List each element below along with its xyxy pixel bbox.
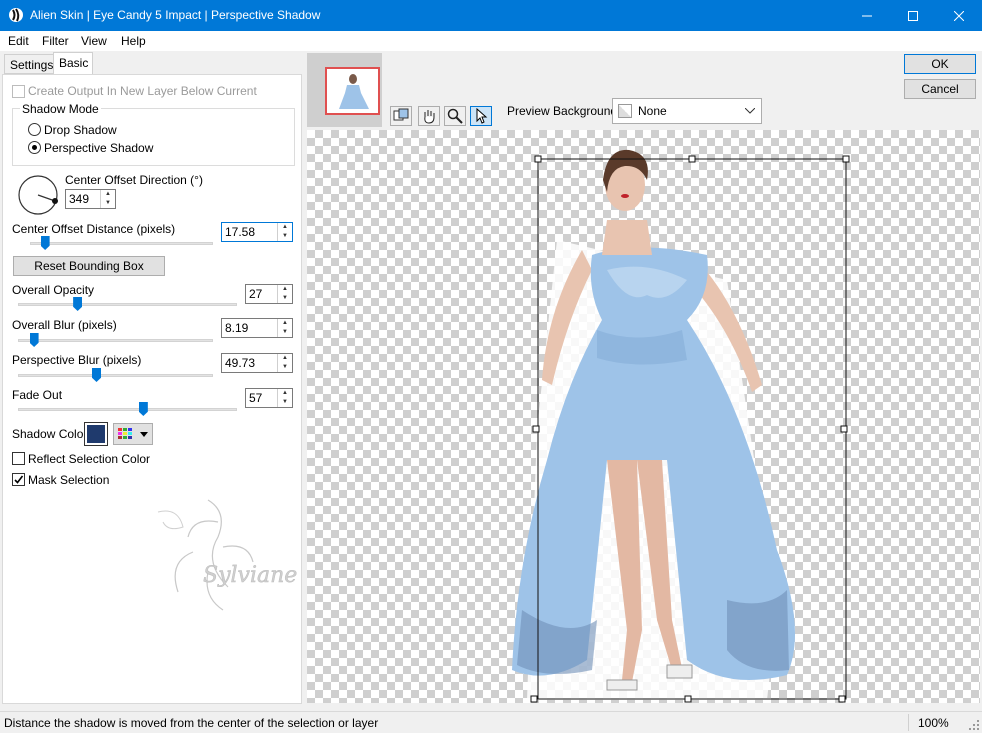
overall-blur-track[interactable] [18,339,213,342]
spin-up-icon[interactable]: ▲ [278,389,292,398]
menu-help[interactable]: Help [121,34,146,48]
tab-settings[interactable]: Settings [4,54,54,74]
spin-down-icon[interactable]: ▼ [278,232,292,241]
shadow-color-swatch[interactable] [84,422,108,446]
navigator-thumbnail[interactable] [325,67,380,115]
mask-selection-label: Mask Selection [28,473,110,487]
center-offset-direction-label: Center Offset Direction (°) [65,173,203,187]
color-palette-dropdown[interactable] [113,423,153,445]
direction-dial[interactable] [17,174,59,216]
status-bar: Distance the shadow is moved from the ce… [0,711,982,733]
preview-background-select[interactable]: None [612,98,762,124]
create-output-label: Create Output In New Layer Below Current [28,84,257,98]
menu-bar: Edit Filter View Help [0,31,982,51]
perspective-blur-track[interactable] [18,374,213,377]
fade-out-track[interactable] [18,408,237,411]
title-bar: Alien Skin | Eye Candy 5 Impact | Perspe… [0,0,982,31]
spin-up-icon[interactable]: ▲ [101,190,115,199]
minimize-icon [862,15,872,16]
chevron-down-icon [140,432,148,437]
spin-down-icon[interactable]: ▼ [278,294,292,303]
maximize-icon [908,10,918,21]
window-title: Alien Skin | Eye Candy 5 Impact | Perspe… [30,8,321,22]
menu-edit[interactable]: Edit [8,34,29,48]
spin-up-icon[interactable]: ▲ [278,223,292,232]
reflect-selection-color-label: Reflect Selection Color [28,452,151,466]
center-offset-distance-label: Center Offset Distance (pixels) [12,222,176,236]
drop-shadow-radio[interactable] [28,123,41,136]
spin-down-icon[interactable]: ▼ [278,363,292,372]
perspective-shadow-radio[interactable] [28,141,41,154]
preview-compare-icon [393,108,409,121]
close-button[interactable] [936,0,982,31]
status-divider [908,714,909,731]
menu-view[interactable]: View [81,34,107,48]
shadow-mode-group [12,108,295,166]
preview-image [512,149,850,703]
overall-blur-input[interactable]: 8.19 ▲ ▼ [221,318,293,338]
overall-opacity-label: Overall Opacity [12,283,95,297]
thumbnail-figure [339,74,369,109]
overall-opacity-input[interactable]: 27 ▲ ▼ [245,284,293,304]
resize-grip-icon[interactable] [968,719,980,731]
status-message: Distance the shadow is moved from the ce… [4,716,379,730]
reflect-selection-color-checkbox[interactable] [12,452,25,465]
drop-shadow-label: Drop Shadow [44,123,117,137]
mask-selection-checkbox[interactable] [12,473,25,486]
perspective-blur-label: Perspective Blur (pixels) [12,353,142,367]
center-offset-direction-input[interactable]: 349 ▲ ▼ [65,189,116,209]
zoom-level: 100% [918,716,949,730]
transparent-swatch-icon [618,104,632,118]
palette-grid-icon [118,428,132,439]
zoom-tool-button[interactable] [444,106,466,126]
preview-background-label: Preview Background: [507,104,621,118]
perspective-blur-input[interactable]: 49.73 ▲ ▼ [221,353,293,373]
preview-canvas[interactable] [307,130,980,703]
perspective-shadow-label: Perspective Shadow [44,141,154,155]
shadow-color-label: Shadow Color [12,427,88,441]
reset-bounding-box-button[interactable]: Reset Bounding Box [13,256,165,276]
hand-tool-button[interactable] [418,106,440,126]
spin-down-icon[interactable]: ▼ [278,328,292,337]
chevron-down-icon [745,108,755,114]
checkmark-icon [14,475,24,484]
spin-up-icon[interactable]: ▲ [278,354,292,363]
cancel-button[interactable]: Cancel [904,79,976,99]
preview-navigator[interactable] [307,53,382,127]
create-output-checkbox[interactable] [12,85,25,98]
alien-skin-logo-icon [9,8,23,22]
close-icon [954,10,964,21]
spin-up-icon[interactable]: ▲ [278,319,292,328]
fade-out-label: Fade Out [12,388,63,402]
center-offset-distance-track[interactable] [30,242,213,245]
minimize-button[interactable] [844,0,890,31]
fade-out-input[interactable]: 57 ▲ ▼ [245,388,293,408]
sylviane-watermark: Sylviane [157,499,298,611]
menu-filter[interactable]: Filter [42,34,69,48]
ok-button[interactable]: OK [904,54,976,74]
pointer-tool-button[interactable] [470,106,492,126]
maximize-button[interactable] [890,0,936,31]
spin-down-icon[interactable]: ▼ [278,398,292,407]
watermark-text: Sylviane [203,563,297,588]
compare-tool-button[interactable] [390,106,412,126]
hand-icon [424,110,435,124]
spin-up-icon[interactable]: ▲ [278,285,292,294]
overall-opacity-track[interactable] [18,303,237,306]
center-offset-distance-input[interactable]: 17.58 ▲ ▼ [221,222,293,242]
overall-blur-label: Overall Blur (pixels) [12,318,117,332]
shadow-color-fill [87,425,105,443]
zoom-icon [447,108,463,124]
pointer-icon [476,108,488,124]
shadow-mode-label: Shadow Mode [20,102,101,116]
spin-down-icon[interactable]: ▼ [101,199,115,208]
tab-basic[interactable]: Basic [53,52,93,75]
